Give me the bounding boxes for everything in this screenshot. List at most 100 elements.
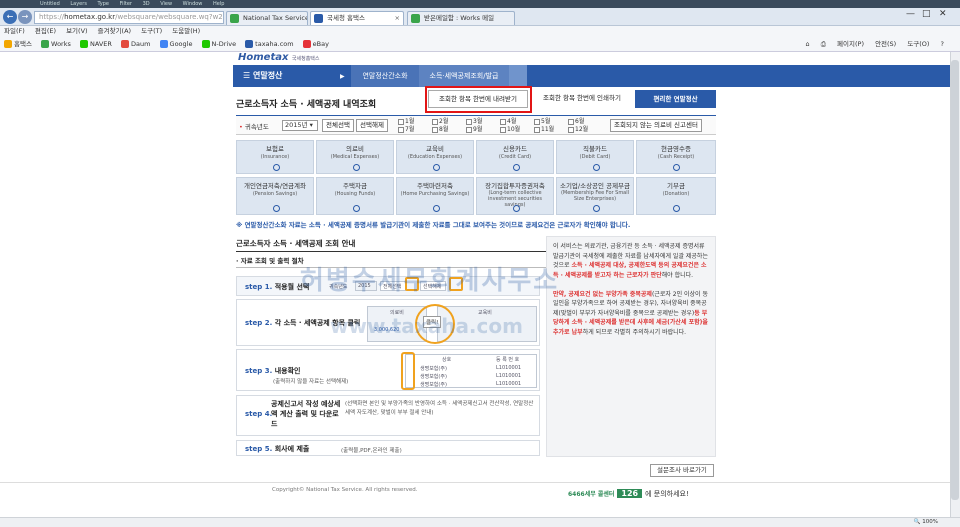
os-menu-item[interactable]: 3D	[143, 1, 150, 7]
step-3-card: step 3. 내용확인 (출력하지 않을 자료는 선택해제) 상호 등 록 번…	[236, 349, 540, 391]
close-tab-icon[interactable]: ×	[395, 12, 400, 25]
os-menu-item[interactable]: Type	[98, 1, 109, 7]
category-debit-card[interactable]: 직불카드 (Debit Card)	[556, 140, 634, 174]
unlisted-medical-report-button[interactable]: 조회되지 않는 의료비 신고센터	[610, 119, 702, 132]
fav-taxaha[interactable]: taxaha.com	[245, 37, 294, 52]
google-icon	[159, 40, 168, 48]
page-title: 근로소득자 소득 · 세액공제 내역조회	[236, 100, 377, 110]
clear-selection-button[interactable]: 선택해제	[356, 119, 388, 132]
zoom-icon: 🔍	[913, 519, 921, 525]
step-5-card: step 5. 회사에 제출 (출력물,PDF,온라인 제출)	[236, 440, 540, 456]
menu-favorites[interactable]: 즐겨찾기(A)	[98, 27, 131, 35]
os-menu-item[interactable]: Help	[213, 1, 224, 7]
month-checkbox[interactable]: 4월	[500, 118, 516, 125]
ebay-icon	[302, 40, 311, 48]
step-desc: (출력물,PDF,온라인 제출)	[341, 448, 402, 454]
menu-page[interactable]: 페이지(P)	[837, 40, 864, 48]
forward-icon[interactable]: →	[18, 10, 32, 24]
category-insurance[interactable]: 보험료 (Insurance)	[236, 140, 314, 174]
footer	[0, 482, 950, 517]
watermark-url: www.taxaha.com	[330, 314, 523, 338]
gnb-title[interactable]: ☰ 연말정산	[243, 65, 282, 87]
month-checkbox[interactable]: 2월	[432, 118, 448, 125]
browser-tab[interactable]: 받은메일함 : Works 메일	[407, 11, 515, 25]
scrollbar-thumb[interactable]	[951, 60, 959, 500]
month-checkbox[interactable]: 6월	[568, 118, 584, 125]
back-icon[interactable]: ←	[3, 10, 17, 24]
os-menu-item[interactable]: Filter	[120, 1, 132, 7]
checkbox-icon	[398, 118, 404, 125]
highlight-box	[425, 86, 532, 113]
category-longterm-savings[interactable]: 장기집합투자증권저축 (Long-term collective investme…	[476, 177, 554, 215]
fav-hometax[interactable]: 홈택스	[4, 37, 32, 52]
month-checkbox[interactable]: 11월	[534, 126, 554, 133]
category-pension[interactable]: 개인연금저축/연금계좌 (Pension Savings)	[236, 177, 314, 215]
mini-table: 상호 등 록 번 호 생명보험(주) 생명보험(주) 생명보험(주) L1010…	[405, 354, 537, 388]
fav-ndrive[interactable]: N-Drive	[201, 37, 236, 52]
menu-tools[interactable]: 도구(T)	[141, 27, 162, 35]
caution-panel: 이 서비스는 의료기관, 금융기관 등 소득 · 세액공제 증명서류 발급기관이…	[546, 236, 716, 457]
category-donation[interactable]: 기부금 (Donation)	[636, 177, 716, 215]
os-menu-item[interactable]: Layers	[70, 1, 87, 7]
month-checkbox[interactable]: 8월	[432, 126, 448, 133]
month-checkbox[interactable]: 9월	[466, 126, 482, 133]
category-cash-receipt[interactable]: 현금영수증 (Cash Receipt)	[636, 140, 716, 174]
command-bar: ⌂ ⎙ 페이지(P) 안전(S) 도구(O) ?	[797, 37, 944, 52]
home-icon[interactable]: ⌂	[806, 40, 810, 48]
category-housing[interactable]: 주택자금 (Housing Funds)	[316, 177, 394, 215]
fav-ebay[interactable]: eBay	[302, 37, 329, 52]
print-all-button[interactable]: 조회한 항목 한번에 인쇄하기	[532, 90, 632, 108]
category-home-savings[interactable]: 주택마련저축 (Home Purchasing Savings)	[396, 177, 474, 215]
fav-daum[interactable]: Daum	[121, 37, 150, 52]
fav-works[interactable]: Works	[41, 37, 71, 52]
close-window-icon[interactable]: ✕	[939, 9, 947, 19]
chevron-down-icon: ▾	[309, 121, 313, 129]
call-center-banner[interactable]: 6466세무 콜센터 126 에 문의하세요!	[568, 489, 689, 499]
tab-label: 받은메일함 : Works 메일	[424, 14, 495, 22]
help-icon[interactable]: ?	[941, 40, 944, 48]
browser-tab-active[interactable]: 국세청 홈택스 ×	[310, 11, 404, 25]
search-icon	[513, 205, 520, 212]
step-desc: (출력하지 않을 자료는 선택해제)	[273, 379, 349, 385]
category-education[interactable]: 교육비 (Education Expenses)	[396, 140, 474, 174]
search-icon	[673, 164, 680, 171]
menu-edit[interactable]: 편집(E)	[35, 27, 56, 35]
print-icon[interactable]: ⎙	[821, 40, 826, 48]
browser-address-bar: ← → https://hometax.go.kr/websquare/webs…	[0, 8, 960, 26]
checkbox-icon	[534, 126, 540, 133]
month-checkbox[interactable]: 7월	[398, 126, 414, 133]
breadcrumb-item-current[interactable]: 소득·세액공제조회/발급	[419, 65, 509, 87]
month-checkbox[interactable]: 3월	[466, 118, 482, 125]
menu-help[interactable]: 도움말(H)	[172, 27, 200, 35]
fav-naver[interactable]: NAVER	[79, 37, 112, 52]
menu-tools-cmd[interactable]: 도구(O)	[907, 40, 929, 48]
select-all-button[interactable]: 전체선택	[322, 119, 354, 132]
url-domain: hometax.go.kr	[64, 13, 116, 21]
hometax-logo[interactable]: Hometax 국세청홈택스	[238, 52, 320, 63]
menu-view[interactable]: 보기(V)	[66, 27, 87, 35]
month-checkbox[interactable]: 12월	[568, 126, 588, 133]
month-checkbox[interactable]: 1월	[398, 118, 414, 125]
zoom-level[interactable]: 🔍 100%	[914, 518, 938, 527]
year-select[interactable]: 2015년 ▾	[282, 120, 318, 131]
category-small-business[interactable]: 소기업/소상공인 공제부금 (Membership Fee For Small S…	[556, 177, 634, 215]
os-menu-item[interactable]: View	[160, 1, 172, 7]
maximize-icon[interactable]: □	[922, 9, 931, 19]
breadcrumb-item[interactable]: 연말정산간소화	[351, 65, 419, 87]
menu-safety[interactable]: 안전(S)	[875, 40, 896, 48]
survey-button[interactable]: 설문조사 바로가기	[650, 464, 714, 477]
menu-file[interactable]: 파일(F)	[4, 27, 25, 35]
os-menu-item[interactable]: Untitled	[40, 1, 60, 7]
category-credit-card[interactable]: 신용카드 (Credit Card)	[476, 140, 554, 174]
month-checkbox[interactable]: 5월	[534, 118, 550, 125]
browser-tab[interactable]: National Tax Service [KR]	[226, 11, 308, 25]
category-medical[interactable]: 의료비 (Medical Expenses)	[316, 140, 394, 174]
fav-google[interactable]: Google	[159, 37, 192, 52]
os-menu-bar: Untitled Layers Type Filter 3D View Wind…	[0, 0, 960, 8]
os-menu-item[interactable]: Window	[183, 1, 203, 7]
minimize-icon[interactable]: —	[906, 9, 915, 19]
chevron-right-icon: ▶	[340, 73, 345, 80]
month-checkbox[interactable]: 10월	[500, 126, 520, 133]
url-input[interactable]: https://hometax.go.kr/websquare/websquar…	[34, 11, 224, 24]
easy-settlement-button[interactable]: 편리한 연말정산	[635, 90, 716, 108]
